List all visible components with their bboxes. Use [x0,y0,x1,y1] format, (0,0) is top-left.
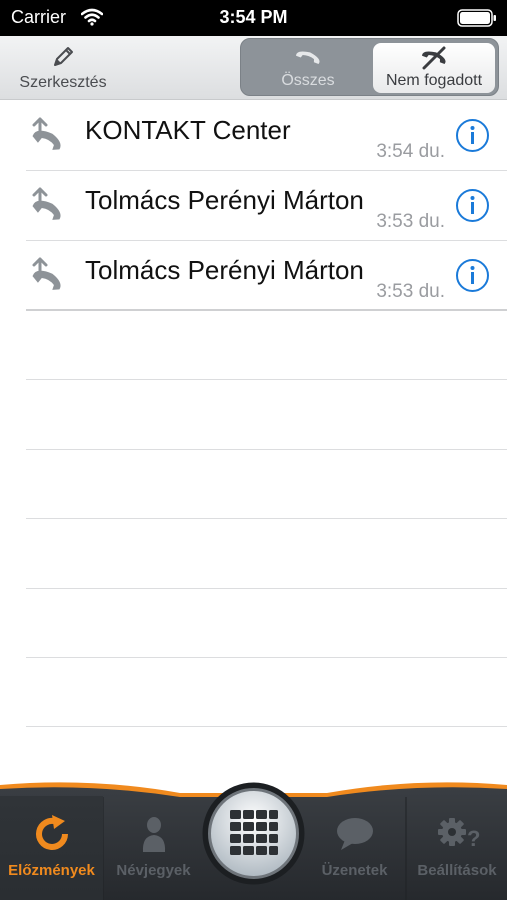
call-row[interactable]: KONTAKT Center 3:54 du. [0,101,507,171]
settings-gears-icon: ? [438,818,480,851]
empty-row-divider [26,726,507,727]
outgoing-call-icon [32,117,61,150]
battery-icon [457,9,496,27]
dialpad-icon [208,788,299,879]
caller-name: Tolmács Perényi Márton [85,185,364,215]
call-row[interactable]: Tolmács Perényi Márton 3:53 du. [0,241,507,311]
info-icon[interactable] [455,188,490,223]
call-filter-segmented-control: Összes Nem fogadott [240,38,499,96]
info-icon[interactable] [455,258,490,293]
empty-row-divider [26,449,507,450]
dialpad-button[interactable] [203,783,304,884]
call-time: 3:53 du. [376,211,445,232]
chat-bubble-icon [336,818,373,850]
call-row[interactable]: Tolmács Perényi Márton 3:53 du. [0,171,507,241]
call-time: 3:53 du. [376,281,445,302]
svg-text:?: ? [467,826,480,851]
status-bar: Carrier 3:54 PM [0,0,507,36]
empty-row-divider [26,518,507,519]
tab-bar: Előzmények Névjegyek Üzenetek ? Beállítá… [0,771,507,900]
call-time: 3:54 du. [376,141,445,162]
tab-settings[interactable]: ? Beállítások [407,796,507,900]
empty-row-divider [26,657,507,658]
toolbar: Szerkesztés Összes Nem fogadott [0,36,507,100]
pencil-icon [54,47,73,66]
phone-icon [296,51,320,64]
segment-missed-calls[interactable]: Nem fogadott [373,43,495,93]
tab-contacts[interactable]: Névjegyek [104,796,203,900]
edit-label: Szerkesztés [19,74,107,91]
caller-name: Tolmács Perényi Márton [85,255,364,285]
missed-call-icon [422,46,446,70]
tab-settings-label: Beállítások [417,862,497,879]
empty-row-divider [26,379,507,380]
history-refresh-icon [35,815,68,850]
tab-history[interactable]: Előzmények [0,796,103,900]
call-history-list: KONTAKT Center 3:54 du. Tolmács Perényi … [0,101,507,771]
tab-messages-label: Üzenetek [321,862,388,879]
caller-name: KONTAKT Center [85,115,291,145]
info-icon[interactable] [455,118,490,153]
tab-messages[interactable]: Üzenetek [304,796,405,900]
tab-contacts-label: Névjegyek [116,862,191,879]
segment-all-calls[interactable]: Összes [245,43,371,93]
outgoing-call-icon [32,187,61,220]
edit-button[interactable]: Szerkesztés [8,40,118,96]
empty-row-divider [26,588,507,589]
tab-history-label: Előzmények [8,862,95,879]
row-divider [26,309,507,311]
status-time: 3:54 PM [219,7,288,27]
segment-missed-label: Nem fogadott [385,72,483,89]
segment-all-label: Összes [281,72,335,89]
outgoing-call-icon [32,257,61,290]
contact-person-icon [142,817,165,852]
